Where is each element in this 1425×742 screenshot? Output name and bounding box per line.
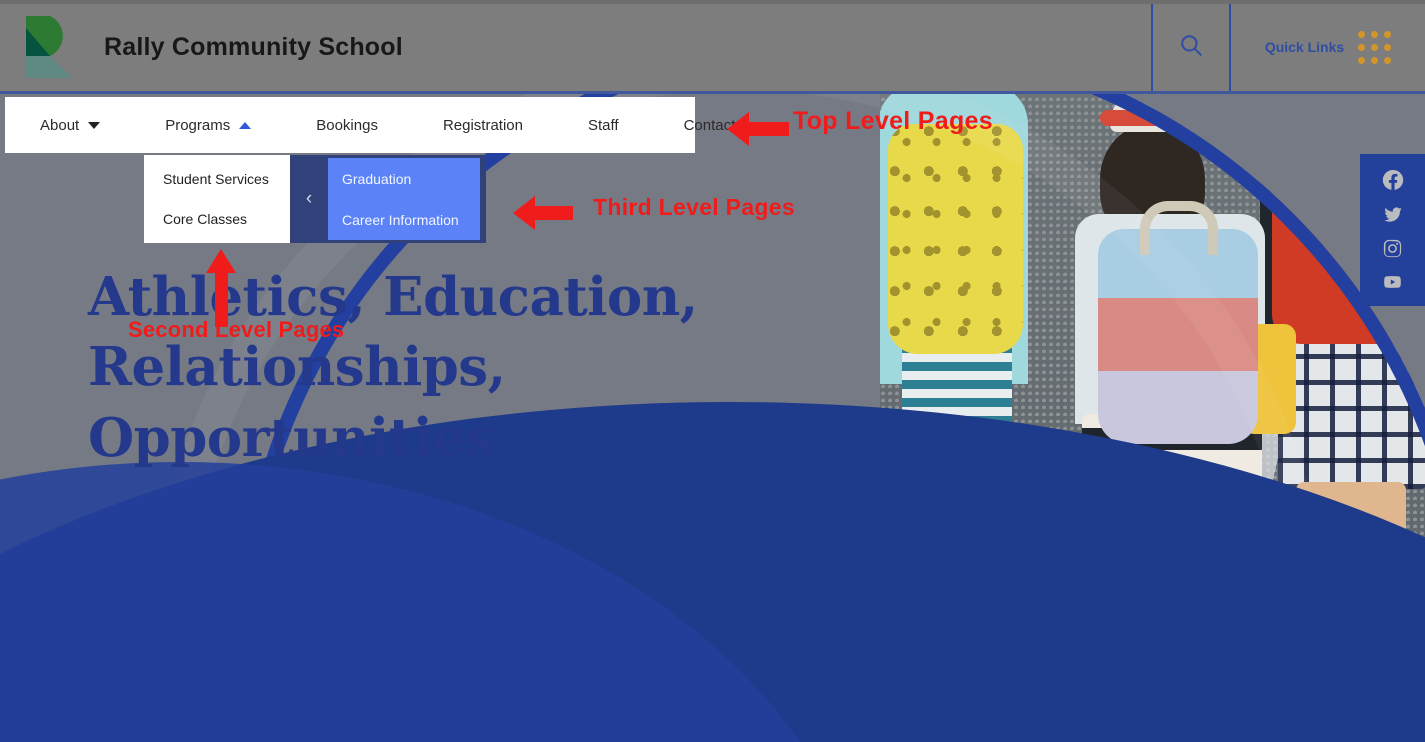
nav-item-about[interactable]: About: [30, 117, 110, 134]
nav-item-label: Registration: [442, 116, 523, 134]
annotation-arrow-second-level: [206, 249, 236, 327]
dropdown-menu-level-3-list: Graduation Career Information: [328, 158, 480, 240]
main-navigation: About Programs Bookings Registration Sta…: [5, 97, 735, 153]
menu-item-core-classes[interactable]: Core Classes: [144, 199, 292, 239]
menu-item-student-services[interactable]: Student Services: [144, 159, 292, 199]
chevron-up-icon: [239, 121, 252, 129]
nav-item-label: Bookings: [316, 116, 378, 134]
menu-back-button[interactable]: ‹: [290, 155, 328, 243]
annotation-label-third-level: Third Level Pages: [593, 194, 795, 220]
site-header: Rally Community School Quick Links: [0, 0, 1425, 94]
page-title: Rally Community School: [104, 32, 403, 61]
nav-item-programs[interactable]: Programs: [155, 117, 261, 134]
nav-item-label: Programs: [165, 116, 231, 134]
nav-item-staff[interactable]: Staff: [578, 117, 629, 134]
menu-item-label: Core Classes: [163, 211, 248, 227]
nav-item-label: About: [40, 116, 80, 134]
youtube-icon[interactable]: [1380, 272, 1405, 292]
annotation-label-second-level: Second Level Pages: [128, 317, 345, 342]
menu-item-label: Graduation: [342, 170, 412, 187]
window-frame-top: [0, 0, 1425, 4]
page-stage: Athletics, Education, Relationships, Opp…: [0, 0, 1425, 742]
dropdown-menu-level-3: ‹ Graduation Career Information: [290, 155, 486, 243]
nav-item-label: Staff: [588, 116, 619, 134]
chevron-down-icon: [88, 121, 101, 129]
annotation-arrow-third-level: [513, 196, 573, 230]
social-links-panel: [1360, 154, 1425, 306]
hero-headline: Athletics, Education, Relationships, Opp…: [88, 262, 698, 473]
headline-line-3: Opportunities: [88, 406, 495, 469]
headline-line-2: Relationships,: [88, 336, 506, 399]
dropdown-menu-level-2: Student Services Core Classes: [144, 155, 292, 243]
rally-r-logo[interactable]: [20, 14, 76, 80]
header-actions: Quick Links: [1151, 0, 1425, 94]
instagram-icon[interactable]: [1381, 237, 1404, 260]
menu-item-label: Career Information: [342, 211, 459, 228]
quick-links-button[interactable]: Quick Links: [1229, 0, 1425, 94]
nav-item-registration[interactable]: Registration: [433, 117, 533, 134]
search-button[interactable]: [1151, 0, 1229, 94]
grid-dots-icon: [1358, 30, 1392, 64]
annotation-arrow-top-level: [727, 112, 789, 146]
annotation-label-top-level: Top Level Pages: [793, 107, 993, 135]
menu-item-graduation[interactable]: Graduation: [328, 158, 480, 199]
menu-item-label: Student Services: [163, 171, 269, 187]
chevron-left-icon: ‹: [305, 188, 313, 209]
quick-links-label: Quick Links: [1264, 39, 1345, 55]
nav-item-bookings[interactable]: Bookings: [306, 117, 388, 134]
header-divider: [0, 91, 1425, 94]
twitter-icon[interactable]: [1381, 204, 1405, 225]
menu-item-career-information[interactable]: Career Information: [328, 199, 480, 240]
search-icon: [1178, 32, 1204, 63]
facebook-icon[interactable]: [1381, 168, 1405, 192]
